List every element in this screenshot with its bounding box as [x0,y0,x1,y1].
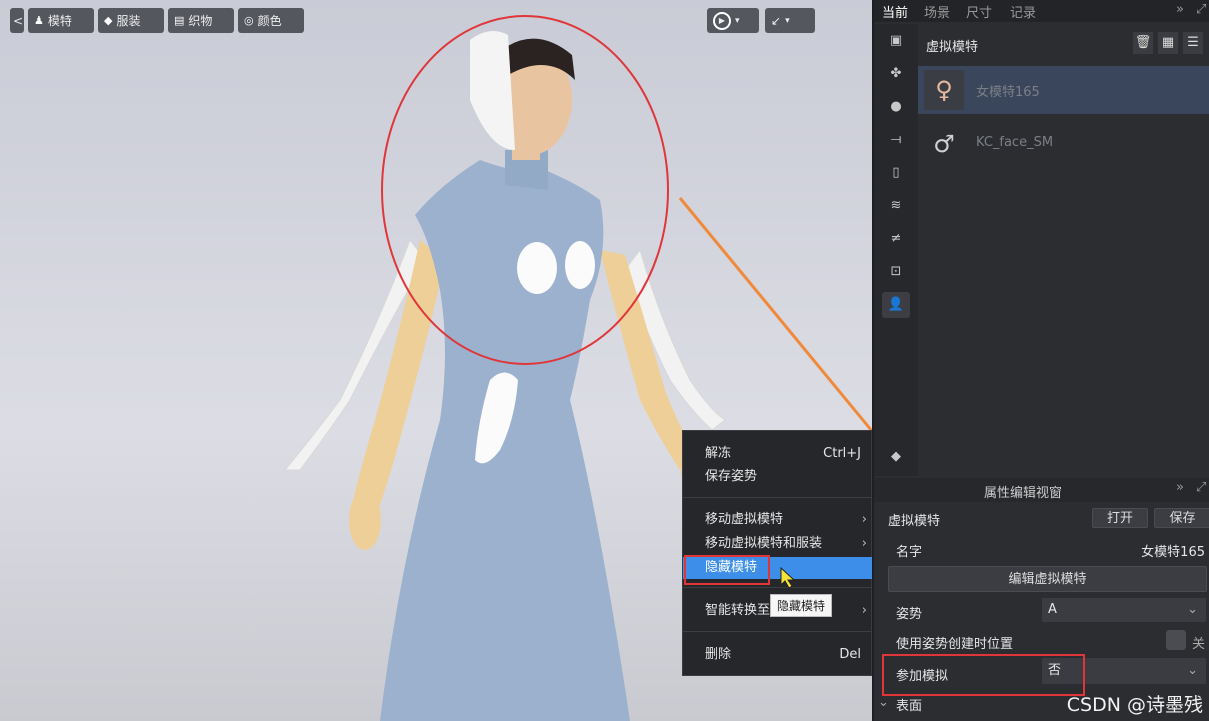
property-panel-header: 属性编辑视窗 » ⤢ [874,478,1209,502]
pose-label: 姿势 [896,607,923,622]
use-pose-toggle[interactable] [1166,630,1186,650]
property-panel: 虚拟模特 打开 保存 名字 女模特165 编辑虚拟模特 姿势 A ⌄ 使用姿势创… [874,502,1209,721]
menu-item-move-avatar[interactable]: 移动虚拟模特 › [683,509,872,531]
cube-icon[interactable]: ▣ [882,28,910,54]
highlight-box-simulate [882,654,1085,696]
avatar-thumbnail: ♀ [924,70,964,110]
grid-view-icon[interactable]: ▦ [1158,32,1178,54]
open-button[interactable]: 打开 [1092,508,1148,528]
list-view-icon[interactable]: ☰ [1183,32,1203,54]
edit-avatar-button[interactable]: 编辑虚拟模特 [888,566,1207,592]
panel-tabs: 当前 场景 尺寸 记录 » ⤢ [874,0,1209,22]
avatar-icon[interactable]: 👤 [882,292,910,318]
object-list: 虚拟模特 🗑 ▦ ☰ ♀ 女模特165 ♂ KC_face_SM [918,24,1209,476]
pin-icon[interactable]: ⟞ [882,127,910,153]
save-button[interactable]: 保存 [1154,508,1209,528]
tab-history[interactable]: 记录 [1010,2,1036,21]
tooltip: 隐藏模特 [770,594,833,617]
section-title: 虚拟模特 [926,40,979,55]
tab-size[interactable]: 尺寸 [966,2,992,21]
use-pose-value: 关 [1192,637,1206,652]
float-icon[interactable]: ⤢ [1196,480,1206,495]
name-label: 名字 [896,545,923,560]
menu-divider [683,587,872,588]
menu-item-save-pose[interactable]: 保存姿势 [683,466,872,488]
context-menu: 解冻 Ctrl+J 保存姿势 移动虚拟模特 › 移动虚拟模特和服装 › 隐藏模特 智能… [682,430,872,676]
menu-item-unfreeze[interactable]: 解冻 Ctrl+J [683,443,872,465]
right-panel: 当前 场景 尺寸 记录 » ⤢ ▣ ✤ ● ⟞ ▯ ≋ ≠ ⊡ 👤 ◆ 虚拟模特… [872,0,1209,721]
list-item[interactable]: ♂ KC_face_SM [918,120,1209,168]
list-item[interactable]: ♀ 女模特165 [918,66,1209,114]
chevron-right-icon: › [861,536,867,551]
object-type-label: 虚拟模特 [888,514,941,529]
use-pose-label: 使用姿势创建时位置 [896,637,1014,652]
chevron-down-icon: ⌄ [1187,602,1198,617]
button-icon[interactable]: ● [882,94,910,120]
highlight-box-hide [684,555,770,585]
measure-icon[interactable]: ⊡ [882,259,910,285]
surface-section-label[interactable]: 表面 [896,695,922,714]
category-sidebar: ▣ ✤ ● ⟞ ▯ ≋ ≠ ⊡ 👤 ◆ [874,24,918,476]
mouse-cursor-icon [780,567,796,589]
name-value: 女模特165 [1141,545,1205,560]
chevron-right-icon: › [861,512,867,527]
chevron-right-icon: › [861,603,867,618]
flower-icon[interactable]: ✤ [882,61,910,87]
chevron-down-icon[interactable]: ⌄ [878,695,889,710]
trash-icon[interactable]: 🗑 [1133,32,1153,54]
pose-select[interactable]: A ⌄ [1042,598,1206,622]
watermark: CSDN @诗墨残 [1066,694,1203,716]
property-panel-title: 属性编辑视窗 [984,486,1063,501]
tab-scene[interactable]: 场景 [924,2,950,21]
expand-icon[interactable]: » [1176,2,1184,17]
menu-divider [683,631,872,632]
float-icon[interactable]: ⤢ [1196,2,1206,17]
chevron-down-icon: ⌄ [1187,663,1198,678]
3d-viewport[interactable]: < ♟ 模特 ◆ 服装 ▤ 织物 ◎ 颜色 ▶ ▾ ↙ ▾ 解冻 Ctrl+J … [0,0,872,721]
stitch-icon[interactable]: ≋ [882,193,910,219]
zipper-icon[interactable]: ▯ [882,160,910,186]
box-icon[interactable]: ◆ [882,444,910,470]
avatar-thumbnail: ♂ [933,130,955,158]
tab-current[interactable]: 当前 [882,2,908,21]
menu-item-move-avatar-garment[interactable]: 移动虚拟模特和服装 › [683,533,872,555]
menu-item-delete[interactable]: 删除 Del [683,644,872,666]
object-list-header: 虚拟模特 🗑 ▦ ☰ [918,30,1209,60]
topstitch-icon[interactable]: ≠ [882,226,910,252]
menu-divider [683,497,872,498]
expand-icon[interactable]: » [1176,480,1184,495]
